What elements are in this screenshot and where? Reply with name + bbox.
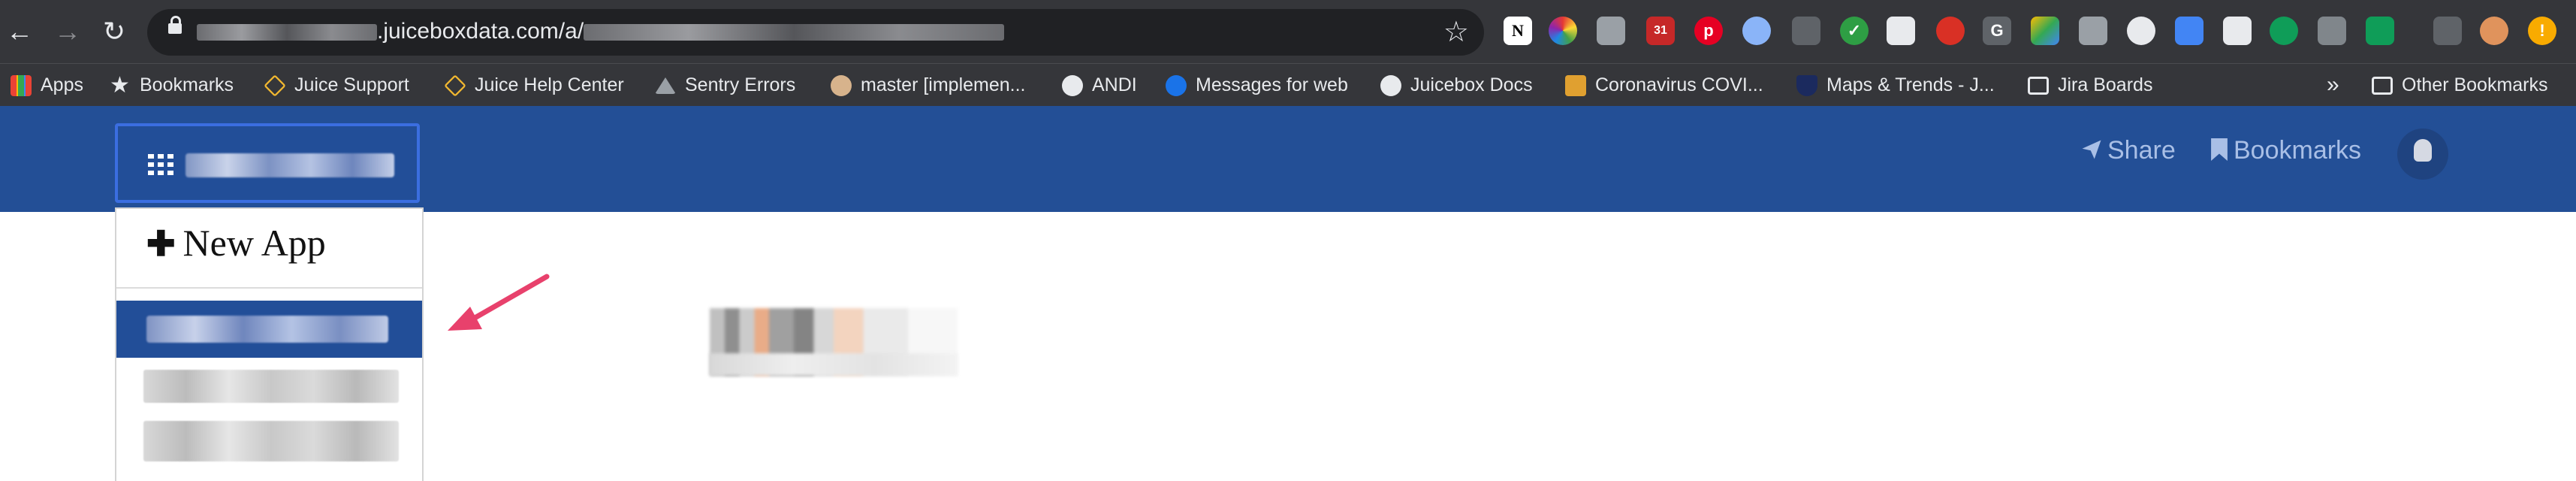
exit-icon[interactable] bbox=[2223, 17, 2252, 45]
url-text: .juiceboxdata.com/a/ bbox=[197, 19, 1005, 44]
cast-icon[interactable] bbox=[2433, 17, 2462, 45]
app-dropdown-menu: ✚ New App bbox=[115, 207, 424, 481]
globe-icon bbox=[1062, 75, 1083, 97]
shield-icon bbox=[1796, 75, 1817, 97]
share-button[interactable]: Share bbox=[2080, 136, 2176, 165]
check-icon[interactable]: ✓ bbox=[1840, 17, 1869, 45]
notion-icon[interactable]: N bbox=[1504, 17, 1532, 45]
calendar-badge: 31 bbox=[1654, 24, 1667, 37]
bookmark-master[interactable]: master [implemen... bbox=[831, 70, 1026, 100]
bookmark-andi[interactable]: ANDI bbox=[1062, 70, 1137, 100]
back-button[interactable]: ← bbox=[2, 14, 38, 50]
update-icon[interactable]: ! bbox=[2528, 17, 2556, 45]
bookmark-juicebox-docs[interactable]: Juicebox Docs bbox=[1380, 70, 1533, 100]
translate-icon[interactable] bbox=[2079, 17, 2107, 45]
camera-icon[interactable] bbox=[1597, 17, 1625, 45]
bookmark-bookmarks[interactable]: ★ Bookmarks bbox=[110, 70, 234, 100]
browser-toolbar: ← → ↻ .juiceboxdata.com/a/ ☆ N 31 p ✓ G … bbox=[0, 0, 2576, 63]
bookmark-star-icon[interactable]: ☆ bbox=[1443, 15, 1469, 49]
profile-avatar[interactable] bbox=[2480, 17, 2508, 45]
lock-icon bbox=[168, 16, 182, 34]
bookmark-icon bbox=[2211, 138, 2228, 161]
bookmarks-overflow-button[interactable]: » bbox=[2327, 70, 2339, 100]
phone-icon[interactable] bbox=[2270, 17, 2298, 45]
messages-icon bbox=[1166, 75, 1187, 97]
record-icon[interactable] bbox=[2127, 17, 2155, 45]
other-bookmarks[interactable]: Other Bookmarks bbox=[2372, 70, 2548, 100]
covid-icon bbox=[1565, 75, 1586, 97]
star-icon: ★ bbox=[110, 73, 130, 98]
dropdown-item[interactable] bbox=[143, 370, 399, 403]
apps-grid-icon bbox=[11, 75, 32, 97]
app-header: Share Bookmarks bbox=[0, 106, 2576, 212]
annotation-arrow-icon bbox=[448, 274, 550, 331]
folder-icon bbox=[2372, 77, 2393, 95]
copy-icon[interactable] bbox=[2318, 17, 2346, 45]
dropdown-item-selected[interactable] bbox=[116, 301, 422, 358]
bookmark-juice-support[interactable]: Juice Support bbox=[264, 70, 409, 100]
qr-code-icon[interactable] bbox=[1887, 17, 1915, 45]
bookmark-maps-trends[interactable]: Maps & Trends - J... bbox=[1796, 70, 1995, 100]
bookmark-messages-for-web[interactable]: Messages for web bbox=[1166, 70, 1348, 100]
redacted-subdomain bbox=[197, 24, 377, 41]
bookmark-juice-help-center[interactable]: Juice Help Center bbox=[444, 70, 624, 100]
redacted-app-name bbox=[186, 153, 394, 177]
calendar-icon[interactable]: 31 bbox=[1646, 17, 1675, 45]
globe-icon bbox=[1380, 75, 1401, 97]
redacted-item-label bbox=[146, 316, 388, 343]
forward-button[interactable]: → bbox=[50, 14, 86, 50]
bookmark-apps[interactable]: Apps bbox=[11, 70, 83, 100]
bookmark-coronavirus[interactable]: Coronavirus COVI... bbox=[1565, 70, 1763, 100]
screenshot-icon[interactable] bbox=[2175, 17, 2203, 45]
bookmarks-bar: Apps ★ Bookmarks Juice Support Juice Help… bbox=[0, 63, 2576, 106]
dropdown-divider bbox=[116, 287, 422, 289]
app-selector-button[interactable] bbox=[115, 123, 420, 203]
color-picker-icon[interactable] bbox=[1549, 17, 1577, 45]
reload-button[interactable]: ↻ bbox=[96, 14, 132, 50]
grammarly-icon[interactable]: G bbox=[1983, 17, 2011, 45]
bookmarks-button[interactable]: Bookmarks bbox=[2211, 136, 2361, 165]
folder-icon bbox=[2028, 77, 2049, 95]
redacted-content bbox=[710, 308, 958, 376]
sentry-icon bbox=[655, 77, 676, 95]
juice-diamond-icon bbox=[444, 74, 466, 98]
google-drive-icon[interactable] bbox=[2031, 17, 2059, 45]
redacted-path bbox=[584, 24, 1005, 41]
plus-icon: ✚ bbox=[146, 224, 176, 263]
bookmark-sentry-errors[interactable]: Sentry Errors bbox=[655, 70, 795, 100]
app-grid-icon bbox=[148, 154, 173, 175]
bookmark-jira-boards[interactable]: Jira Boards bbox=[2028, 70, 2152, 100]
dropdown-item[interactable] bbox=[143, 421, 399, 461]
spiral-icon[interactable] bbox=[1936, 17, 1965, 45]
gear-icon[interactable] bbox=[1792, 17, 1820, 45]
paper-plane-icon bbox=[2082, 140, 2101, 159]
user-avatar[interactable] bbox=[2397, 129, 2448, 180]
juice-diamond-icon bbox=[264, 74, 286, 98]
address-bar[interactable]: .juiceboxdata.com/a/ ☆ bbox=[147, 9, 1484, 56]
new-app-button[interactable]: ✚ New App bbox=[146, 221, 326, 265]
jenkins-icon bbox=[831, 75, 852, 97]
pinterest-icon[interactable]: p bbox=[1694, 17, 1723, 45]
ring-icon[interactable] bbox=[1742, 17, 1771, 45]
sheets-icon[interactable] bbox=[2366, 17, 2394, 45]
